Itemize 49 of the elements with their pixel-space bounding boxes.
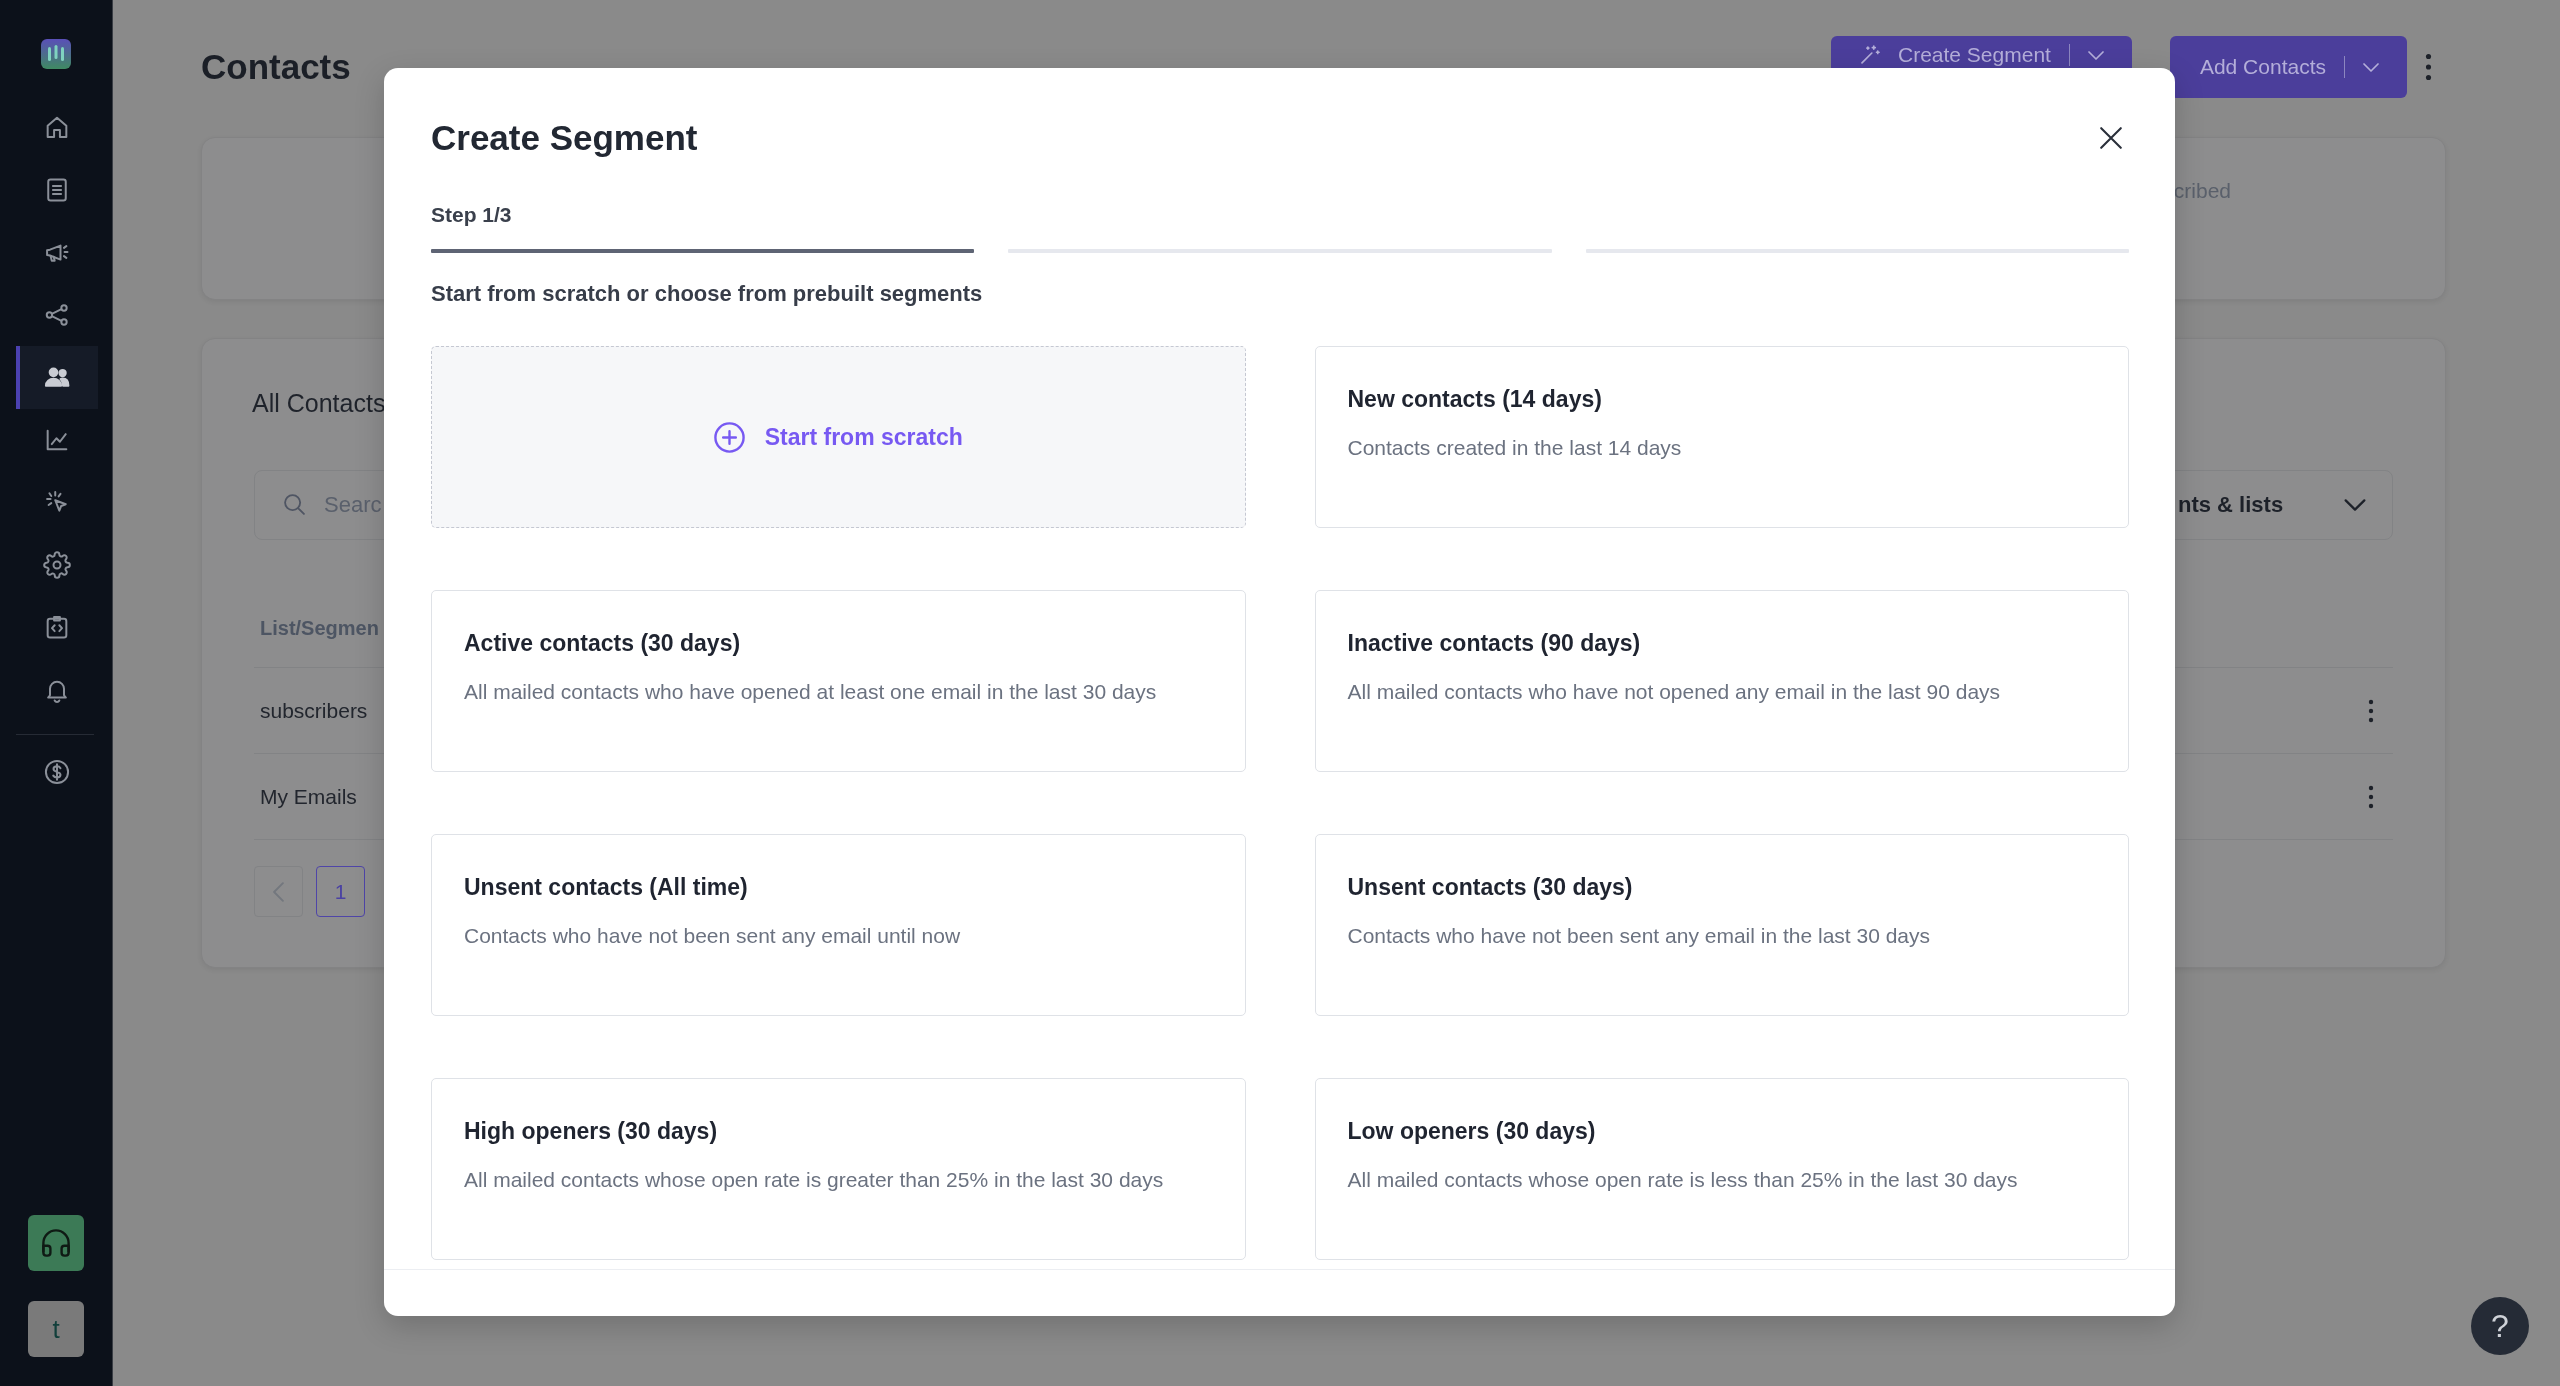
segment-option-card[interactable]: Unsent contacts (30 days) Contacts who have not been sent any email in the last 30 days: [1314, 834, 2129, 1016]
column-header: List/Segmen: [260, 617, 379, 640]
segment-title: New contacts (14 days): [1347, 385, 1602, 413]
more-icon[interactable]: [2424, 53, 2432, 81]
start-from-scratch-button[interactable]: Start from scratch: [431, 346, 1246, 528]
segment-option-card[interactable]: New contacts (14 days) Contacts created in the last 14 days: [1314, 346, 2129, 528]
card-title: All Contacts: [252, 388, 386, 418]
plus-circle-icon: [713, 421, 745, 453]
segment-description: All mailed contacts who have opened at least one email in the last 30 days: [464, 679, 1157, 705]
split-action-button[interactable]: Add Contacts: [2169, 36, 2407, 98]
segment-option-card[interactable]: Low openers (30 days) All mailed contacts whose open rate is less than 25% in the last 30 days: [1314, 1078, 2129, 1260]
segment-title: High openers (30 days): [464, 1117, 718, 1145]
segment-title: Active contacts (30 days): [464, 629, 741, 657]
segment-option-card[interactable]: Inactive contacts (90 days) All mailed contacts who have not opened any email in the last 90 days: [1314, 590, 2129, 772]
segment-description: All mailed contacts who have not opened any email in the last 90 days: [1347, 679, 2001, 705]
dollar-icon: [43, 758, 71, 787]
segment-option-card[interactable]: High openers (30 days) All mailed contacts whose open rate is greater than 25% in the last 30 days: [431, 1078, 1246, 1260]
segment-title: Unsent contacts (30 days): [1347, 873, 1633, 901]
segment-option-card[interactable]: Unsent contacts (All time) Contacts who have not been sent any email until now: [431, 834, 1246, 1016]
sidebar-nav-item[interactable]: [16, 346, 98, 409]
segment-title: Unsent contacts (All time): [464, 873, 748, 901]
dialog-subtitle: Start from scratch or choose from prebuilt segments: [431, 280, 983, 308]
table-cell: subscribers: [260, 698, 368, 723]
support-button[interactable]: [28, 1215, 84, 1271]
help-button[interactable]: ?: [2471, 1297, 2529, 1355]
page-title: Contacts: [201, 47, 351, 87]
segment-description: Contacts created in the last 14 days: [1347, 435, 1682, 461]
segment-description: Contacts who have not been sent any email in the last 30 days: [1347, 923, 1931, 949]
search-icon: [284, 494, 305, 515]
more-icon[interactable]: [2368, 784, 2374, 809]
chevron-down-icon: [2087, 51, 2104, 60]
close-icon[interactable]: [2100, 127, 2122, 149]
magic-wand-icon: [1861, 45, 1880, 64]
chevron-left-icon: [273, 881, 284, 902]
segment-description: Contacts who have not been sent any email until now: [464, 923, 961, 949]
dialog-title: Create Segment: [431, 117, 698, 159]
gear-icon: [43, 550, 71, 579]
segment-description: All mailed contacts whose open rate is greater than 25% in the last 30 days: [464, 1167, 1164, 1193]
more-icon[interactable]: [2368, 698, 2374, 723]
segment-description: All mailed contacts whose open rate is less than 25% in the last 30 days: [1347, 1167, 2018, 1193]
table-cell: My Emails: [260, 784, 357, 809]
chevron-down-icon: [2363, 62, 2379, 72]
segment-title: Low openers (30 days): [1347, 1117, 1596, 1145]
logo-icon[interactable]: [41, 39, 71, 69]
segment-option-card[interactable]: Active contacts (30 days) All mailed contacts who have opened at least one email in the last 30 days: [431, 590, 1246, 772]
step-label: Step 1/3: [431, 202, 512, 228]
headset-icon: [42, 1229, 70, 1257]
segment-title: Inactive contacts (90 days): [1347, 629, 1641, 657]
chevron-down-icon: [2344, 499, 2366, 511]
